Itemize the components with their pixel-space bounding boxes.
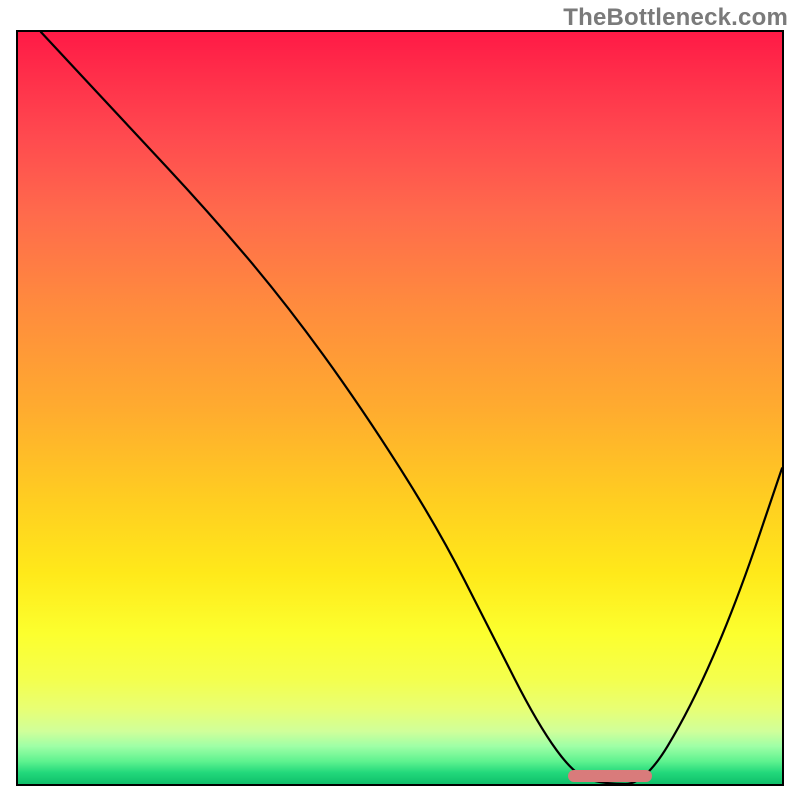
optimal-range-marker <box>568 770 652 782</box>
watermark-text: TheBottleneck.com <box>563 4 788 32</box>
curve-path <box>41 32 782 784</box>
plot-area <box>16 30 784 786</box>
bottleneck-curve <box>18 32 782 784</box>
chart-frame: TheBottleneck.com <box>0 0 800 800</box>
